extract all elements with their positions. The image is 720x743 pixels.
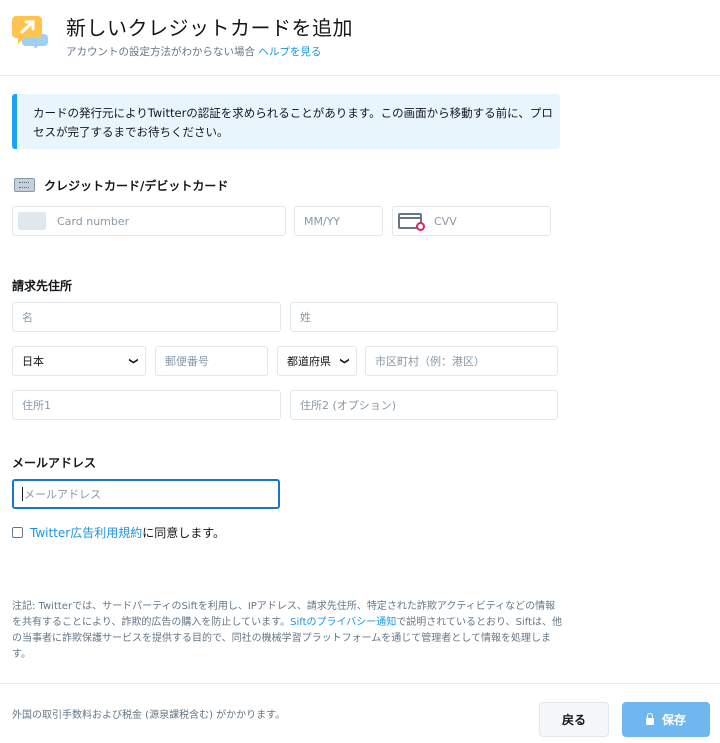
cvv-input[interactable]: CVV bbox=[392, 206, 551, 236]
help-chat-icon bbox=[12, 16, 48, 48]
back-button[interactable]: 戻る bbox=[539, 702, 609, 737]
cvv-indicator-icon bbox=[416, 222, 425, 231]
subtitle-text: アカウントの設定方法がわからない場合 bbox=[66, 46, 255, 58]
fees-note: 外国の取引手数料および税金 (源泉課税含む) がかかります。 bbox=[12, 710, 286, 721]
prefecture-select[interactable]: 都道府県 ❯ bbox=[277, 346, 357, 376]
city-input[interactable]: 市区町村（例：港区） bbox=[365, 346, 558, 376]
terms-suffix: に同意します。 bbox=[142, 526, 226, 540]
city-placeholder: 市区町村（例：港区） bbox=[375, 355, 485, 368]
cvv-card-icon bbox=[398, 213, 425, 231]
email-section-title: メールアドレス bbox=[12, 456, 97, 470]
page-header: 新しいクレジットカードを追加 アカウントの設定方法がわからない場合 ヘルプを見る bbox=[0, 0, 720, 76]
save-button[interactable]: 保存 bbox=[622, 702, 710, 737]
credit-card-icon bbox=[14, 178, 35, 192]
billing-section-title: 請求先住所 bbox=[12, 279, 73, 293]
address2-placeholder: 住所2 (オプション) bbox=[300, 399, 397, 412]
expiry-placeholder: MM/YY bbox=[304, 214, 341, 228]
verification-notice: カードの発行元によりTwitterの認証を求められることがあります。この画面から… bbox=[12, 94, 560, 149]
postal-code-placeholder: 郵便番号 bbox=[165, 355, 209, 368]
email-placeholder: メールアドレス bbox=[24, 488, 101, 501]
email-input[interactable]: メールアドレス bbox=[12, 479, 280, 509]
country-select[interactable]: 日本 ❯ bbox=[12, 346, 146, 376]
address2-input[interactable]: 住所2 (オプション) bbox=[290, 390, 558, 420]
expiry-input[interactable]: MM/YY bbox=[294, 206, 383, 236]
card-number-placeholder: Card number bbox=[57, 214, 130, 228]
first-name-placeholder: 名 bbox=[22, 311, 33, 324]
last-name-input[interactable]: 姓 bbox=[290, 302, 558, 332]
page-subtitle: アカウントの設定方法がわからない場合 ヘルプを見る bbox=[66, 44, 321, 59]
lock-icon bbox=[645, 712, 654, 725]
country-value: 日本 bbox=[22, 355, 44, 368]
text-caret bbox=[22, 487, 23, 501]
card-section-title: クレジットカード/デビットカード bbox=[44, 179, 229, 193]
chevron-down-icon: ❯ bbox=[128, 357, 139, 365]
first-name-input[interactable]: 名 bbox=[12, 302, 281, 332]
terms-agreement: Twitter広告利用規約 に同意します。 bbox=[12, 524, 225, 541]
back-label: 戻る bbox=[561, 713, 586, 727]
card-number-input[interactable]: Card number bbox=[12, 206, 286, 236]
help-link[interactable]: ヘルプを見る bbox=[258, 46, 321, 58]
page-footer: 外国の取引手数料および税金 (源泉課税含む) がかかります。 戻る 保存 bbox=[0, 683, 720, 743]
cvv-placeholder: CVV bbox=[434, 214, 457, 228]
terms-checkbox[interactable] bbox=[12, 527, 23, 538]
address1-placeholder: 住所1 bbox=[22, 399, 51, 412]
save-label: 保存 bbox=[661, 713, 686, 727]
postal-code-input[interactable]: 郵便番号 bbox=[155, 346, 268, 376]
address1-input[interactable]: 住所1 bbox=[12, 390, 281, 420]
page-title: 新しいクレジットカードを追加 bbox=[66, 16, 353, 40]
legal-notice: 注記: Twitterでは、サードパーティのSiftを利用し、IPアドレス、請求… bbox=[12, 599, 562, 663]
card-brand-icon bbox=[18, 212, 46, 230]
chevron-down-icon: ❯ bbox=[339, 357, 350, 365]
prefecture-value: 都道府県 bbox=[287, 355, 331, 368]
terms-link[interactable]: Twitter広告利用規約 bbox=[30, 524, 142, 541]
sift-privacy-link[interactable]: Siftのプライバシー通知 bbox=[290, 617, 396, 628]
last-name-placeholder: 姓 bbox=[300, 311, 311, 324]
